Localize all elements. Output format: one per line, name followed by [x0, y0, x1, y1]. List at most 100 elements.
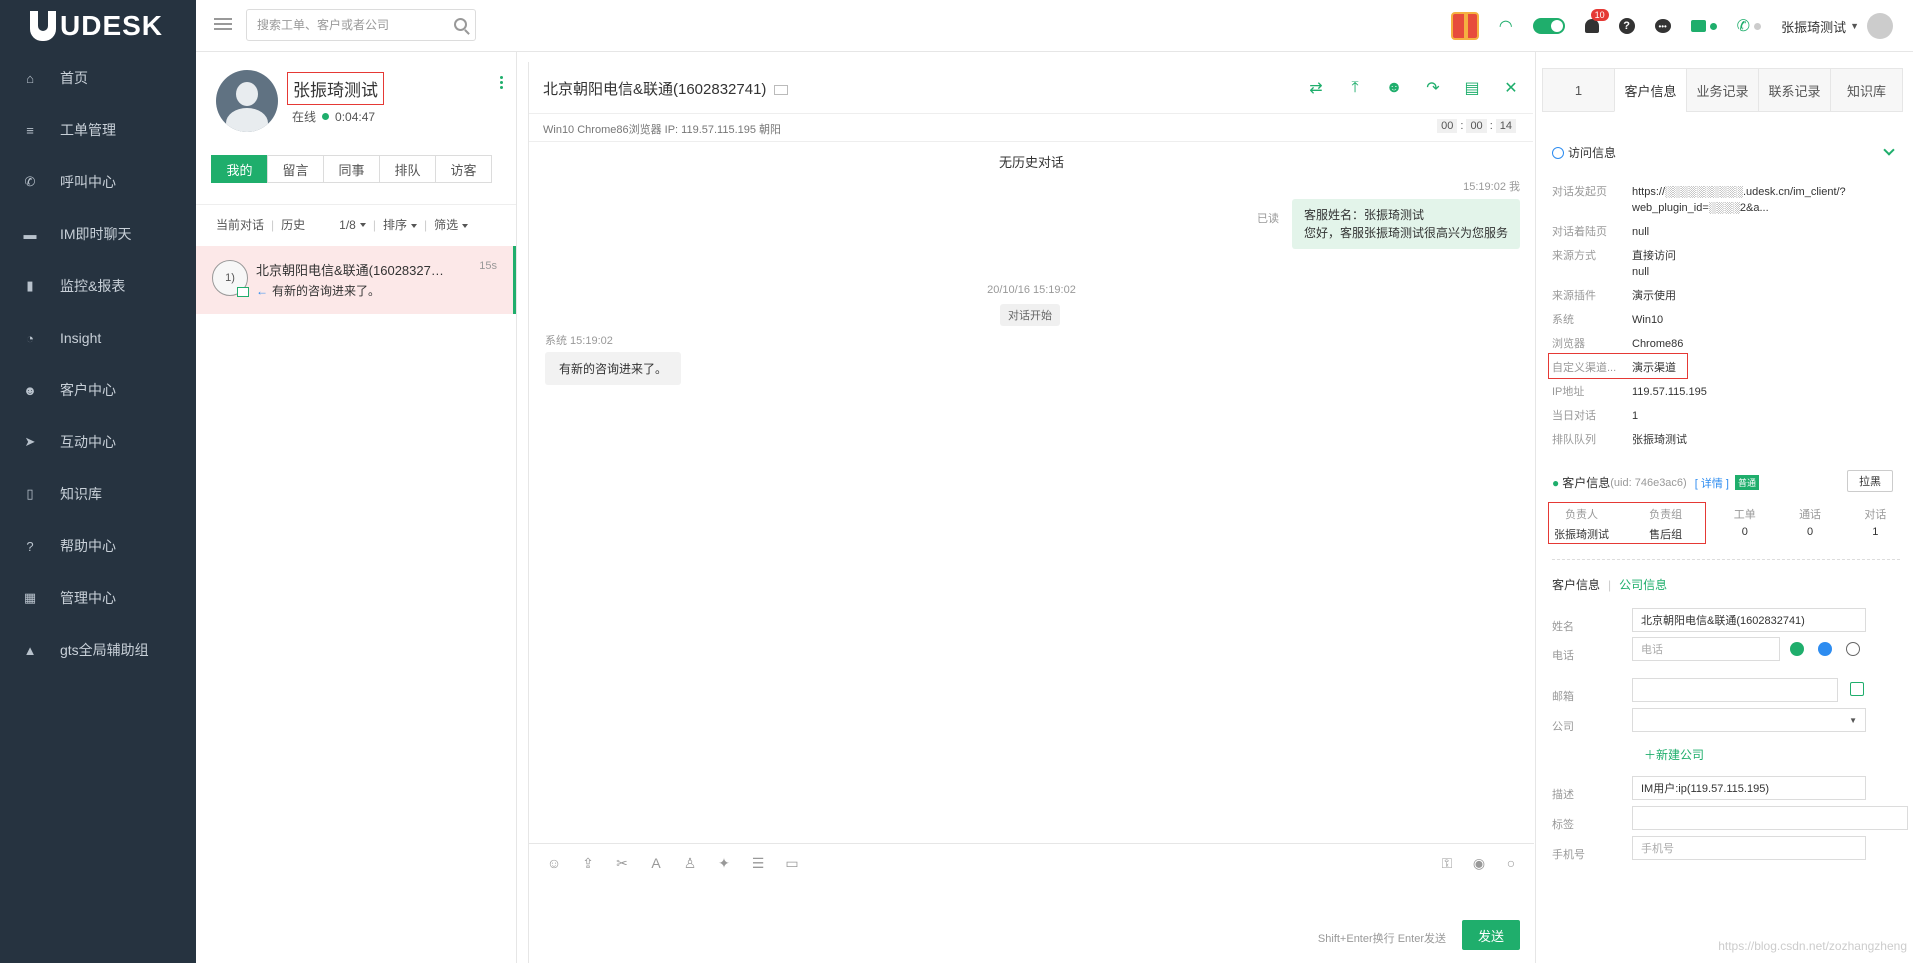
- chevron-down-icon[interactable]: [1883, 144, 1895, 156]
- incoming-arrow-icon: ←: [256, 284, 268, 298]
- description-field[interactable]: IM用户:ip(119.57.115.195): [1632, 776, 1866, 800]
- add-ticket-icon[interactable]: ▤: [1462, 78, 1482, 98]
- company-select[interactable]: ▼: [1632, 708, 1866, 732]
- close-icon[interactable]: ✕: [1501, 78, 1521, 98]
- message-editor[interactable]: ☺ ⇪ ✂ A ♙ ✦ ☰ ▭ ⚿ ◉ ○ Shift+Enter换行 Ente…: [529, 843, 1534, 963]
- agent-name: 张振琦测试: [287, 72, 384, 105]
- visit-row: 对话发起页 https://░░░░░░░░░░.udesk.cn/im_clie…: [1552, 184, 1902, 216]
- menu-toggle-icon[interactable]: [214, 15, 232, 31]
- conversation-item[interactable]: 1) 北京朝阳电信&联通(1602832741) 15s ← 有新的咨询进来了。: [196, 246, 516, 314]
- messages-button[interactable]: •••: [1654, 19, 1671, 33]
- chat-messages: 无历史对话 15:19:02 我 已读 客服姓名：张振琦测试 您好，客服张振琦测…: [529, 142, 1534, 745]
- sidebar-item-gts-group[interactable]: ▲ gts全局辅助组: [0, 624, 196, 676]
- sms-icon[interactable]: [1818, 642, 1832, 656]
- client-env-info: Win10 Chrome86浏览器 IP: 119.57.115.195 朝阳: [543, 124, 782, 136]
- sidebar-item-knowledge[interactable]: ▯ 知识库: [0, 468, 196, 520]
- help-button[interactable]: ?: [1618, 18, 1635, 34]
- search-icon[interactable]: [454, 18, 467, 31]
- sidebar-item-customers[interactable]: ☻ 客户中心: [0, 364, 196, 416]
- tab-messages[interactable]: 留言: [267, 155, 324, 183]
- transfer-icon[interactable]: ⇄: [1306, 78, 1326, 98]
- gift-button[interactable]: [1450, 12, 1479, 40]
- send-email-icon[interactable]: [1850, 682, 1864, 696]
- sidebar-item-im-chat[interactable]: ▬ IM即时聊天: [0, 208, 196, 260]
- list-icon[interactable]: ☰: [749, 854, 767, 872]
- sidebar-item-help[interactable]: ? 帮助中心: [0, 520, 196, 572]
- phone-field[interactable]: 电话: [1632, 637, 1780, 661]
- add-company-button[interactable]: ＋新建公司: [1644, 746, 1704, 763]
- chat-icon: ▬: [23, 226, 37, 242]
- eye-icon[interactable]: ◉: [1470, 854, 1488, 872]
- call-status-button[interactable]: ✆: [1737, 16, 1762, 36]
- email-label: 邮箱: [1552, 691, 1574, 703]
- thumbs-up-icon[interactable]: ♙: [681, 854, 699, 872]
- brand-logo[interactable]: UDESK: [0, 0, 196, 52]
- tab-contact-records[interactable]: 联系记录: [1758, 68, 1831, 112]
- user-icon: ●: [1552, 475, 1560, 490]
- name-field[interactable]: 北京朝阳电信&联通(1602832741): [1632, 608, 1866, 632]
- visit-row: 来源插件 演示使用: [1552, 288, 1902, 304]
- sidebar-item-home[interactable]: ⌂ 首页: [0, 52, 196, 104]
- sidebar-item-tickets[interactable]: ≡ 工单管理: [0, 104, 196, 156]
- sidebar-item-admin[interactable]: ▦ 管理中心: [0, 572, 196, 624]
- chart-icon: ▮: [26, 278, 34, 293]
- filter-current[interactable]: 当前对话: [216, 216, 264, 233]
- chat-subheader: Win10 Chrome86浏览器 IP: 119.57.115.195 朝阳 …: [529, 114, 1533, 142]
- visit-key: 排队队列: [1552, 434, 1596, 446]
- mobile-field[interactable]: 手机号: [1632, 836, 1866, 860]
- search-input[interactable]: [257, 10, 447, 40]
- page-selector[interactable]: 1/8: [339, 218, 366, 232]
- puzzle-icon[interactable]: ✦: [715, 854, 733, 872]
- im-status-button[interactable]: [1690, 20, 1717, 32]
- emoji-icon[interactable]: ☺: [545, 854, 563, 872]
- blacklist-button[interactable]: 拉黑: [1847, 470, 1893, 492]
- sidebar-item-insight[interactable]: ◔ Insight: [0, 312, 196, 364]
- sort-dropdown[interactable]: 排序: [383, 216, 417, 233]
- message-icon: •••: [1654, 19, 1671, 33]
- visit-key: 对话着陆页: [1552, 226, 1607, 238]
- caret-down-icon: [410, 223, 417, 228]
- scissors-icon[interactable]: ✂: [613, 854, 631, 872]
- tab-count[interactable]: 1: [1542, 68, 1615, 112]
- more-options-icon[interactable]: [500, 74, 504, 91]
- filter-history[interactable]: 历史: [281, 216, 305, 233]
- tab-company[interactable]: 公司信息: [1619, 578, 1667, 592]
- last-message-text: 有新的咨询进来了。: [272, 284, 381, 298]
- sidebar-item-engagement[interactable]: ➤ 互动中心: [0, 416, 196, 468]
- stat-label: 工单: [1733, 509, 1756, 521]
- wifi-button[interactable]: ◠: [1499, 16, 1513, 36]
- sidebar-item-call-center[interactable]: ✆ 呼叫中心: [0, 156, 196, 208]
- tab-business-records[interactable]: 业务记录: [1686, 68, 1759, 112]
- user-menu[interactable]: 张振琦测试 ▼: [1781, 13, 1903, 39]
- sidebar-item-monitor-reports[interactable]: ▮ 监控&报表: [0, 260, 196, 312]
- stat-label: 对话: [1864, 509, 1887, 521]
- pin-top-icon[interactable]: ⤒: [1345, 78, 1365, 98]
- filter-dropdown[interactable]: 筛选: [434, 216, 469, 233]
- lock-icon[interactable]: ⚿: [1438, 854, 1456, 872]
- tags-field[interactable]: [1632, 806, 1908, 830]
- upload-icon[interactable]: ⇪: [579, 854, 597, 872]
- tab-knowledge-base[interactable]: 知识库: [1830, 68, 1903, 112]
- tab-customer[interactable]: 客户信息: [1552, 578, 1600, 592]
- no-history-label: 无历史对话: [998, 155, 1064, 170]
- add-user-icon[interactable]: ☻: [1384, 78, 1404, 98]
- forward-icon[interactable]: ↷: [1423, 78, 1443, 98]
- call-icon[interactable]: [1790, 642, 1804, 656]
- tab-customer-info[interactable]: 客户信息: [1614, 68, 1687, 112]
- right-tabs: 1 客户信息 业务记录 联系记录 知识库: [1542, 68, 1903, 112]
- tab-mine[interactable]: 我的: [211, 155, 268, 183]
- tab-visitors[interactable]: 访客: [435, 155, 492, 183]
- notifications-button[interactable]: 10: [1584, 9, 1609, 33]
- video-icon[interactable]: ▭: [783, 854, 801, 872]
- detail-link[interactable]: [ 详情 ]: [1695, 475, 1729, 491]
- visit-info-title: 访问信息: [1568, 146, 1617, 160]
- email-field[interactable]: [1632, 678, 1838, 702]
- search-icon[interactable]: ○: [1502, 854, 1520, 872]
- tab-colleagues[interactable]: 同事: [323, 155, 380, 183]
- visit-value: null: [1632, 266, 1650, 278]
- font-icon[interactable]: A: [647, 854, 665, 872]
- online-toggle[interactable]: [1532, 18, 1565, 34]
- send-button[interactable]: 发送: [1462, 920, 1520, 950]
- tab-queue[interactable]: 排队: [379, 155, 436, 183]
- add-phone-icon[interactable]: [1846, 642, 1860, 656]
